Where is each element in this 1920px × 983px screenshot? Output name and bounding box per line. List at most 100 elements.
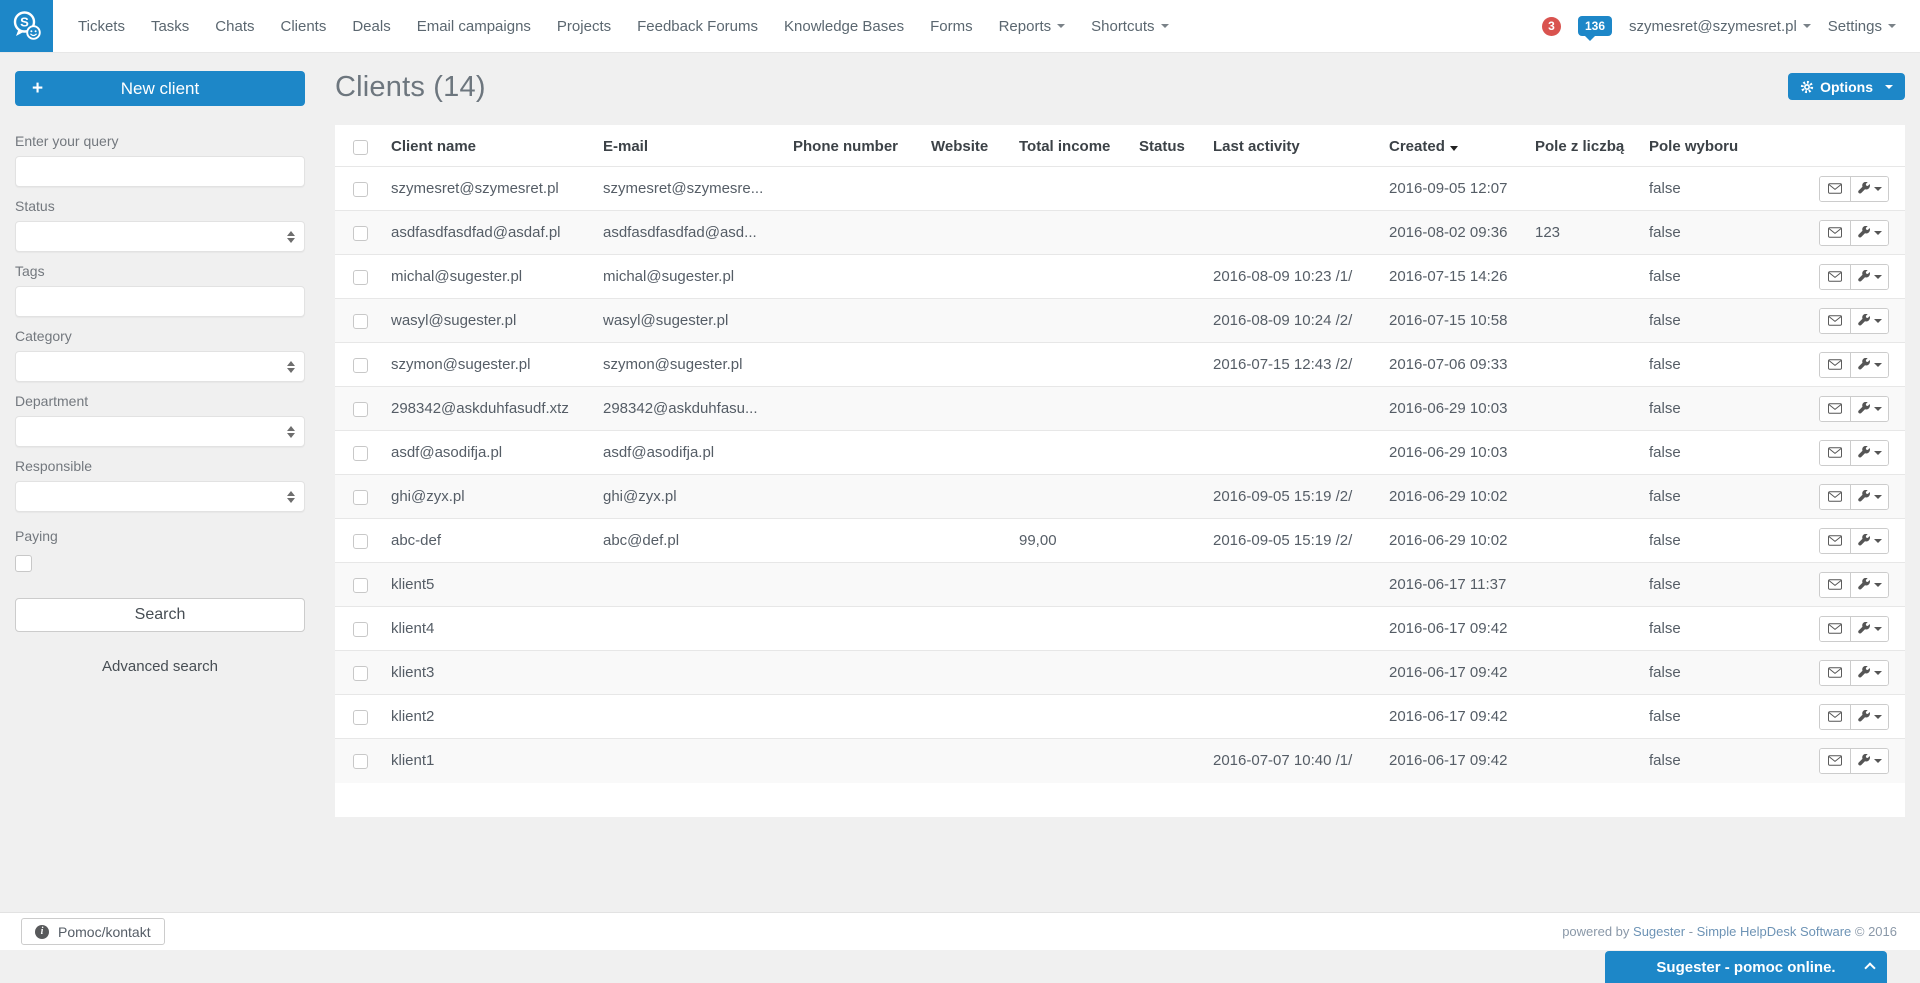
row-checkbox[interactable] bbox=[353, 754, 368, 769]
row-tools-dropdown-button[interactable] bbox=[1850, 529, 1888, 553]
row-tools-dropdown-button[interactable] bbox=[1850, 573, 1888, 597]
row-checkbox[interactable] bbox=[353, 578, 368, 593]
cell-client_name[interactable]: szymon@sugester.pl bbox=[383, 343, 595, 387]
nav-item-feedback-forums[interactable]: Feedback Forums bbox=[624, 0, 771, 52]
nav-item-knowledge-bases[interactable]: Knowledge Bases bbox=[771, 0, 917, 52]
new-client-button[interactable]: + New client bbox=[15, 71, 305, 106]
settings-menu[interactable]: Settings bbox=[1828, 18, 1896, 35]
column-header-total_income[interactable]: Total income bbox=[1011, 125, 1131, 167]
row-tools-dropdown-button[interactable] bbox=[1850, 485, 1888, 509]
tags-input[interactable] bbox=[15, 286, 305, 317]
nav-item-deals[interactable]: Deals bbox=[339, 0, 403, 52]
nav-item-chats[interactable]: Chats bbox=[202, 0, 267, 52]
column-header-phone[interactable]: Phone number bbox=[785, 125, 923, 167]
column-header-website[interactable]: Website bbox=[923, 125, 1011, 167]
column-header-status[interactable]: Status bbox=[1131, 125, 1205, 167]
email-client-button[interactable] bbox=[1820, 397, 1850, 421]
email-client-button[interactable] bbox=[1820, 749, 1850, 773]
cell-client_name[interactable]: abc-def bbox=[383, 519, 595, 563]
email-client-button[interactable] bbox=[1820, 617, 1850, 641]
email-client-button[interactable] bbox=[1820, 309, 1850, 333]
row-tools-dropdown-button[interactable] bbox=[1850, 177, 1888, 201]
row-checkbox[interactable] bbox=[353, 182, 368, 197]
help-contact-button[interactable]: i Pomoc/kontakt bbox=[21, 918, 165, 945]
row-checkbox[interactable] bbox=[353, 666, 368, 681]
cell-client_name[interactable]: wasyl@sugester.pl bbox=[383, 299, 595, 343]
nav-item-tickets[interactable]: Tickets bbox=[65, 0, 138, 52]
row-tools-dropdown-button[interactable] bbox=[1850, 705, 1888, 729]
row-tools-dropdown-button[interactable] bbox=[1850, 221, 1888, 245]
select-all-checkbox[interactable] bbox=[353, 140, 368, 155]
cell-client_name[interactable]: 298342@askduhfasudf.xtz bbox=[383, 387, 595, 431]
column-header-client_name[interactable]: Client name bbox=[383, 125, 595, 167]
row-tools-dropdown-button[interactable] bbox=[1850, 617, 1888, 641]
email-client-button[interactable] bbox=[1820, 485, 1850, 509]
column-header-created[interactable]: Created bbox=[1381, 125, 1527, 167]
row-tools-dropdown-button[interactable] bbox=[1850, 309, 1888, 333]
row-checkbox[interactable] bbox=[353, 622, 368, 637]
row-checkbox[interactable] bbox=[353, 314, 368, 329]
options-button[interactable]: Options bbox=[1788, 73, 1905, 100]
row-checkbox[interactable] bbox=[353, 490, 368, 505]
row-tools-dropdown-button[interactable] bbox=[1850, 265, 1888, 289]
nav-item-email-campaigns[interactable]: Email campaigns bbox=[404, 0, 544, 52]
email-client-button[interactable] bbox=[1820, 661, 1850, 685]
row-tools-dropdown-button[interactable] bbox=[1850, 353, 1888, 377]
cell-client_name[interactable]: klient4 bbox=[383, 607, 595, 651]
row-tools-dropdown-button[interactable] bbox=[1850, 749, 1888, 773]
query-input[interactable] bbox=[15, 156, 305, 187]
email-client-button[interactable] bbox=[1820, 177, 1850, 201]
cell-client_name[interactable]: ghi@zyx.pl bbox=[383, 475, 595, 519]
cell-client_name[interactable]: klient5 bbox=[383, 563, 595, 607]
cell-client_name[interactable]: asdfasdfasdfad@asdaf.pl bbox=[383, 211, 595, 255]
nav-item-tasks[interactable]: Tasks bbox=[138, 0, 202, 52]
app-logo[interactable]: S bbox=[0, 0, 53, 52]
row-tools-dropdown-button[interactable] bbox=[1850, 661, 1888, 685]
row-checkbox[interactable] bbox=[353, 270, 368, 285]
nav-item-forms[interactable]: Forms bbox=[917, 0, 986, 52]
column-header-last_activity[interactable]: Last activity bbox=[1205, 125, 1381, 167]
row-checkbox[interactable] bbox=[353, 710, 368, 725]
chat-messages-badge[interactable]: 136 bbox=[1578, 16, 1612, 36]
email-client-button[interactable] bbox=[1820, 705, 1850, 729]
category-select[interactable] bbox=[15, 351, 305, 382]
nav-item-reports[interactable]: Reports bbox=[986, 0, 1079, 52]
row-checkbox[interactable] bbox=[353, 402, 368, 417]
row-checkbox[interactable] bbox=[353, 358, 368, 373]
nav-item-clients[interactable]: Clients bbox=[267, 0, 339, 52]
nav-item-projects[interactable]: Projects bbox=[544, 0, 624, 52]
chat-widget-bar[interactable]: Sugester - pomoc online. bbox=[1605, 951, 1887, 983]
row-actions bbox=[1819, 484, 1889, 510]
cell-client_name[interactable]: michal@sugester.pl bbox=[383, 255, 595, 299]
email-client-button[interactable] bbox=[1820, 573, 1850, 597]
advanced-search-link[interactable]: Advanced search bbox=[15, 658, 305, 675]
email-client-button[interactable] bbox=[1820, 529, 1850, 553]
department-select[interactable] bbox=[15, 416, 305, 447]
row-checkbox[interactable] bbox=[353, 534, 368, 549]
row-tools-dropdown-button[interactable] bbox=[1850, 397, 1888, 421]
sugester-link[interactable]: Sugester bbox=[1633, 924, 1685, 939]
email-client-button[interactable] bbox=[1820, 221, 1850, 245]
search-button[interactable]: Search bbox=[15, 598, 305, 632]
responsible-select[interactable] bbox=[15, 481, 305, 512]
email-client-button[interactable] bbox=[1820, 265, 1850, 289]
nav-item-shortcuts[interactable]: Shortcuts bbox=[1078, 0, 1181, 52]
cell-client_name[interactable]: szymesret@szymesret.pl bbox=[383, 167, 595, 211]
cell-client_name[interactable]: klient3 bbox=[383, 651, 595, 695]
notifications-badge[interactable]: 3 bbox=[1542, 17, 1561, 36]
helpdesk-software-link[interactable]: Simple HelpDesk Software bbox=[1697, 924, 1852, 939]
cell-client_name[interactable]: asdf@asodifja.pl bbox=[383, 431, 595, 475]
cell-client_name[interactable]: klient2 bbox=[383, 695, 595, 739]
email-client-button[interactable] bbox=[1820, 353, 1850, 377]
column-header-pole_wyboru[interactable]: Pole wyboru bbox=[1641, 125, 1791, 167]
status-select[interactable] bbox=[15, 221, 305, 252]
paying-checkbox[interactable] bbox=[15, 555, 32, 572]
user-menu[interactable]: szymesret@szymesret.pl bbox=[1629, 18, 1811, 35]
row-checkbox[interactable] bbox=[353, 226, 368, 241]
row-tools-dropdown-button[interactable] bbox=[1850, 441, 1888, 465]
column-header-email[interactable]: E-mail bbox=[595, 125, 785, 167]
email-client-button[interactable] bbox=[1820, 441, 1850, 465]
column-header-pole_z_liczba[interactable]: Pole z liczbą bbox=[1527, 125, 1641, 167]
row-checkbox[interactable] bbox=[353, 446, 368, 461]
cell-client_name[interactable]: klient1 bbox=[383, 739, 595, 783]
